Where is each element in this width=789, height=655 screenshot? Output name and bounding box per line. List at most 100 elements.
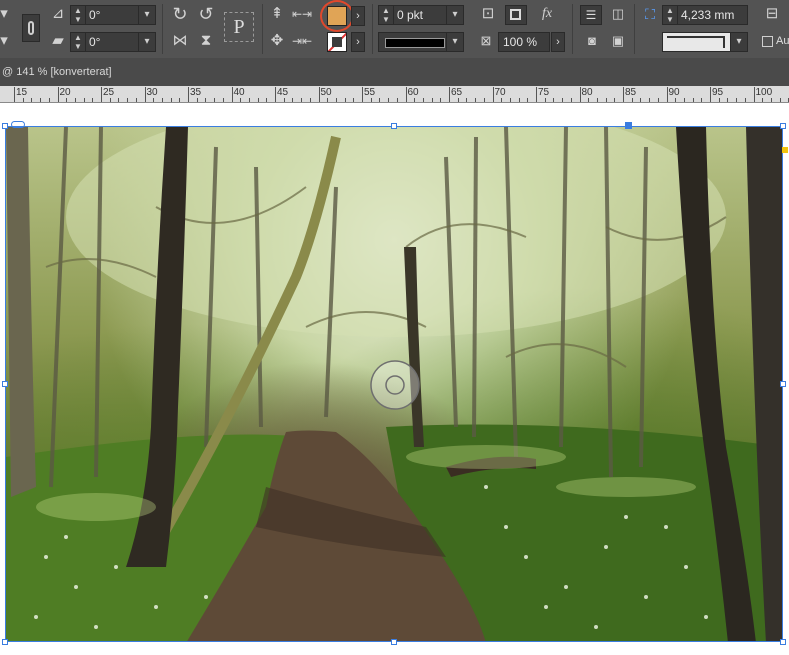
ruler-minor-tick: [379, 98, 381, 102]
ruler-major-tick: [318, 87, 320, 102]
flip-horizontal-icon[interactable]: ⋈: [170, 32, 190, 52]
ruler-label: 100: [755, 87, 773, 98]
chevron-down-icon[interactable]: ▾: [138, 33, 155, 51]
shear-angle-field[interactable]: ▲ ▼ 0° ▾: [70, 5, 156, 25]
ruler-minor-tick: [135, 98, 137, 102]
effects-fx-icon[interactable]: fx: [537, 5, 557, 25]
ruler-major-tick: [492, 87, 494, 102]
vertical-justify-icon[interactable]: ◫: [608, 5, 628, 25]
ruler-minor-tick: [66, 98, 68, 102]
corner-shape-select[interactable]: ▾: [662, 32, 748, 52]
ruler-minor-tick: [222, 98, 224, 102]
ruler-minor-tick: [683, 98, 685, 102]
frame-handle-top-right-content[interactable]: [625, 122, 632, 129]
chevron-down-icon[interactable]: ▾: [446, 33, 463, 51]
ruler-minor-tick: [596, 98, 598, 102]
frame-handle-middle-right[interactable]: [780, 381, 786, 387]
content-grabber-icon[interactable]: [370, 360, 420, 410]
ruler-minor-tick: [153, 98, 155, 102]
frame-link-icon[interactable]: [11, 121, 25, 128]
constrain-proportions-button[interactable]: [22, 14, 40, 42]
stepper-icon[interactable]: ▲ ▼: [663, 6, 678, 24]
ruler-minor-tick: [527, 98, 529, 102]
stroke-options-button[interactable]: ›: [351, 32, 365, 52]
rotate-counterclockwise-icon[interactable]: ↺: [196, 5, 216, 25]
frame-handle-bottom-middle[interactable]: [391, 639, 397, 645]
ruler-minor-tick: [614, 98, 616, 102]
ruler-major-tick: [579, 87, 581, 102]
corner-size-field[interactable]: ▲ ▼ 4,233 mm: [662, 5, 748, 25]
ruler-major-tick: [275, 87, 276, 102]
ruler-label: 75: [538, 87, 550, 98]
forest-photo: [6, 127, 782, 641]
ruler-minor-tick: [109, 98, 111, 102]
out-port-icon[interactable]: [782, 147, 788, 153]
stroke-color-swatch[interactable]: [327, 32, 347, 52]
horizontal-ruler[interactable]: 15 20 25 30 35 40 45 50 55 60 65 70 75 80 85 90 95 100: [0, 86, 789, 103]
ruler-minor-tick: [266, 98, 268, 102]
ruler-major-tick: [57, 87, 59, 102]
ruler-minor-tick: [649, 98, 651, 102]
reference-point-p-icon[interactable]: P: [224, 12, 254, 42]
ruler-minor-tick: [83, 98, 85, 102]
rotation-angle-field[interactable]: ▲ ▼ 0° ▾: [70, 32, 156, 52]
document-tab-label: @ 141 % [konverterat]: [2, 66, 112, 78]
frame-handle-top-right[interactable]: [780, 123, 786, 129]
text-wrap-icon[interactable]: ◙: [582, 32, 602, 52]
chevron-down-icon[interactable]: ▾: [446, 6, 463, 24]
ruler-minor-tick: [701, 98, 703, 102]
select-next-object-icon[interactable]: ⇥⇤: [292, 32, 312, 52]
ruler-major-tick: [710, 87, 711, 102]
ruler-minor-tick: [501, 98, 503, 102]
ruler-label: 60: [407, 87, 419, 98]
stroke-weight-field[interactable]: ▲ ▼ 0 pkt ▾: [378, 5, 464, 25]
chevron-down-icon[interactable]: ▾: [138, 6, 155, 24]
select-content-icon[interactable]: ✥: [267, 32, 287, 52]
corner-options-icon[interactable]: ⛶: [640, 5, 660, 25]
align-justify-button[interactable]: ☰: [580, 5, 602, 25]
flip-vertical-icon[interactable]: ⧗: [196, 32, 216, 52]
ruler-minor-tick: [736, 98, 738, 102]
stepper-icon[interactable]: ▲ ▼: [71, 6, 86, 24]
document-tab[interactable]: @ 141 % [konverterat]: [0, 58, 789, 86]
ruler-minor-tick: [344, 98, 346, 102]
frame-handle-bottom-left[interactable]: [2, 639, 8, 645]
ruler-minor-tick: [335, 98, 337, 102]
wrap-around-object-icon[interactable]: ▣: [608, 32, 628, 52]
ruler-minor-tick: [388, 98, 390, 102]
rotate-clockwise-icon[interactable]: ↻: [170, 5, 190, 25]
frame-handle-top-left[interactable]: [2, 123, 8, 129]
ruler-minor-tick: [762, 98, 764, 102]
select-container-icon[interactable]: ⇞: [267, 5, 287, 25]
opacity-field[interactable]: 100 %: [498, 32, 550, 52]
drop-shadow-button[interactable]: [505, 5, 527, 25]
frame-handle-top-middle[interactable]: [391, 123, 397, 129]
rotation-angle-value: 0°: [89, 35, 101, 49]
chevron-down-icon[interactable]: ▾: [0, 32, 14, 52]
fill-color-swatch[interactable]: [327, 6, 347, 26]
divider: [162, 4, 163, 54]
stepper-icon[interactable]: ▲ ▼: [379, 6, 394, 24]
ruler-minor-tick: [657, 98, 659, 102]
stroke-type-select[interactable]: ▾: [378, 32, 464, 52]
auto-fit-checkbox[interactable]: [762, 36, 773, 47]
stepper-icon[interactable]: ▲ ▼: [71, 33, 86, 51]
select-previous-object-icon[interactable]: ⇤⇥: [292, 5, 312, 25]
image-frame[interactable]: [5, 126, 783, 642]
chevron-down-icon[interactable]: ▾: [0, 5, 14, 25]
frame-handle-middle-left[interactable]: [2, 381, 8, 387]
ruler-minor-tick: [631, 98, 633, 102]
ruler-minor-tick: [205, 98, 207, 102]
ruler-label: 55: [364, 87, 376, 98]
screen-mode-icon[interactable]: ⊟: [762, 5, 782, 25]
frame-fitting-icon[interactable]: ⊡: [478, 5, 498, 25]
fill-options-button[interactable]: ›: [351, 6, 365, 26]
ruler-label: 95: [712, 87, 724, 98]
opacity-options-button[interactable]: ›: [551, 32, 565, 52]
ruler-minor-tick: [779, 98, 781, 102]
chevron-down-icon[interactable]: ▾: [730, 33, 747, 51]
ruler-major-tick: [536, 87, 537, 102]
frame-handle-bottom-right[interactable]: [780, 639, 786, 645]
ruler-minor-tick: [301, 98, 303, 102]
opacity-icon: ⊠: [480, 33, 492, 48]
